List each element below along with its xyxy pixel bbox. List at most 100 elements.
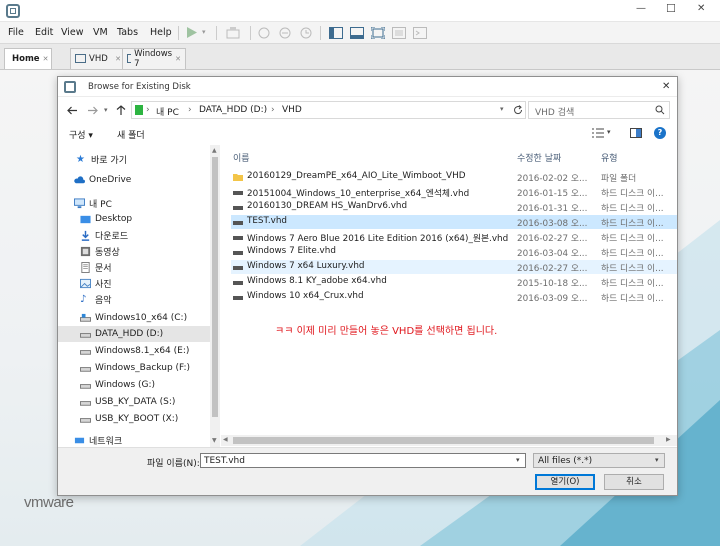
close-tab-icon[interactable]: ✕: [175, 55, 181, 63]
file-row[interactable]: Windows 10 x64_Crux.vhd 2016-03-09 오... …: [231, 290, 677, 304]
view-options-icon[interactable]: [592, 128, 604, 138]
up-arrow-icon[interactable]: [116, 105, 126, 116]
nav-drive-f[interactable]: Windows_Backup (F:): [58, 360, 210, 376]
full-screen-icon[interactable]: [371, 27, 385, 39]
scroll-down-icon[interactable]: ▼: [212, 437, 217, 444]
organize-button[interactable]: 구성 ▾: [69, 128, 93, 141]
address-dropdown-icon[interactable]: ▾: [500, 105, 504, 113]
snapshot-icon[interactable]: [258, 27, 270, 39]
unity-icon[interactable]: [392, 27, 406, 39]
horizontal-scrollbar[interactable]: ◀ ▶: [221, 435, 677, 446]
revert-snapshot-icon[interactable]: [279, 27, 291, 39]
menu-help[interactable]: Help: [150, 27, 172, 38]
close-tab-icon[interactable]: ✕: [43, 55, 49, 63]
tab-home[interactable]: Home ✕: [4, 48, 52, 69]
vhd-file-icon: [233, 236, 243, 240]
menu-tabs[interactable]: Tabs: [117, 27, 138, 38]
refresh-icon[interactable]: [513, 105, 523, 115]
close-tab-icon[interactable]: ✕: [115, 55, 121, 63]
file-row[interactable]: 20160130_DREAM HS_WanDrv6.vhd 2016-01-31…: [231, 200, 677, 214]
file-row-selected[interactable]: TEST.vhd 2016-03-08 오... 하드 디스크 이...: [231, 215, 677, 229]
filename-label: 파일 이름(N):: [147, 459, 200, 469]
breadcrumb[interactable]: › 내 PC › DATA_HDD (D:) › VHD ▾: [131, 101, 526, 119]
nav-drive-g[interactable]: Windows (G:): [58, 377, 210, 393]
pc-location-icon: [135, 105, 143, 115]
column-header-date[interactable]: 수정한 날짜: [517, 151, 561, 164]
preview-pane-icon[interactable]: [630, 128, 642, 138]
nav-desktop[interactable]: Desktop: [58, 211, 210, 227]
nav-drive-e[interactable]: Windows8.1_x64 (E:): [58, 343, 210, 359]
thumbnail-bar-icon[interactable]: [350, 27, 364, 39]
tab-vhd[interactable]: VHD ✕: [70, 48, 126, 69]
computer-icon: [74, 197, 85, 208]
nav-downloads[interactable]: 다운로드: [58, 227, 210, 243]
scrollbar-thumb[interactable]: [212, 157, 218, 417]
tab-windows-7[interactable]: Windows 7 ✕: [122, 48, 186, 69]
send-keys-icon[interactable]: [226, 27, 240, 39]
search-box[interactable]: VHD 검색: [528, 101, 670, 119]
file-row[interactable]: Windows 7 Elite.vhd 2016-03-04 오... 하드 디…: [231, 245, 677, 259]
snapshot-manager-icon[interactable]: [300, 27, 312, 39]
scroll-up-icon[interactable]: ▲: [212, 147, 217, 154]
video-icon: [80, 246, 91, 256]
recent-locations-icon[interactable]: ▾: [104, 106, 108, 114]
file-type-select[interactable]: All files (*.*) ▾: [533, 453, 665, 468]
close-button[interactable]: ✕: [697, 3, 705, 14]
menu-separator: [320, 26, 321, 40]
dialog-close-button[interactable]: ✕: [662, 81, 670, 92]
menu-file[interactable]: File: [8, 27, 24, 38]
filename-input[interactable]: TEST.vhd ▾: [200, 453, 526, 468]
nav-pictures[interactable]: 사진: [58, 275, 210, 291]
navigation-scrollbar[interactable]: ▲ ▼: [210, 145, 220, 447]
search-icon[interactable]: [655, 105, 665, 115]
menu-view[interactable]: View: [61, 27, 84, 38]
view-dropdown-icon[interactable]: ▾: [607, 128, 611, 136]
file-row[interactable]: Windows 7 Aero Blue 2016 Lite Edition 20…: [231, 230, 677, 244]
maximize-button[interactable]: ☐: [666, 2, 676, 15]
power-dropdown-icon[interactable]: ▾: [202, 28, 206, 36]
breadcrumb-pc[interactable]: 내 PC: [156, 105, 179, 118]
console-view-icon[interactable]: [413, 27, 427, 39]
nav-drive-c[interactable]: Windows10_x64 (C:): [58, 310, 210, 326]
breadcrumb-folder[interactable]: VHD: [282, 105, 302, 115]
file-row[interactable]: 20151004_Windows_10_enterprise_x64_엔석체.v…: [231, 185, 677, 199]
nav-music[interactable]: ♪ 음악: [58, 291, 210, 307]
nav-this-pc[interactable]: 내 PC: [58, 195, 210, 211]
column-header-type[interactable]: 유형: [601, 151, 618, 164]
file-row-hovered[interactable]: Windows 7 x64 Luxury.vhd 2016-02-27 오...…: [231, 260, 677, 274]
scrollbar-thumb[interactable]: [233, 437, 654, 444]
nav-videos[interactable]: 동영상: [58, 243, 210, 259]
scroll-left-icon[interactable]: ◀: [223, 436, 228, 443]
menu-separator: [250, 26, 251, 40]
file-date: 2016-01-15 오...: [517, 189, 588, 199]
nav-onedrive[interactable]: OneDrive: [58, 172, 210, 188]
file-type-dropdown-icon[interactable]: ▾: [655, 456, 659, 464]
nav-drive-d[interactable]: DATA_HDD (D:): [58, 326, 210, 342]
forward-arrow-icon[interactable]: [87, 106, 98, 115]
search-input[interactable]: VHD 검색: [535, 105, 574, 118]
minimize-button[interactable]: —: [636, 3, 646, 14]
filename-dropdown-icon[interactable]: ▾: [516, 456, 520, 464]
nav-quick-access[interactable]: ★ 바로 가기: [58, 151, 210, 167]
column-header-name[interactable]: 이름: [233, 151, 250, 164]
window-titlebar: — ☐ ✕: [0, 0, 720, 22]
nav-network[interactable]: 네트워크: [58, 432, 210, 447]
cancel-button[interactable]: 취소: [604, 474, 664, 490]
help-icon[interactable]: ?: [654, 127, 666, 139]
menu-edit[interactable]: Edit: [35, 27, 53, 38]
back-arrow-icon[interactable]: [67, 106, 78, 115]
power-on-icon[interactable]: [187, 27, 197, 38]
new-folder-button[interactable]: 새 폴더: [117, 128, 145, 141]
breadcrumb-drive[interactable]: DATA_HDD (D:): [199, 105, 267, 115]
file-row-folder[interactable]: 20160129_DreamPE_x64_AIO_Lite_Wimboot_VH…: [231, 170, 677, 184]
dialog-footer: 파일 이름(N): TEST.vhd ▾ All files (*.*) ▾ 열…: [58, 447, 677, 495]
nav-drive-x[interactable]: USB_KY_BOOT (X:): [58, 411, 210, 427]
show-library-icon[interactable]: [329, 27, 343, 39]
open-button[interactable]: 열기(O): [535, 474, 595, 490]
nav-drive-s[interactable]: USB_KY_DATA (S:): [58, 394, 210, 410]
file-row[interactable]: Windows 8.1 KY_adobe x64.vhd 2015-10-18 …: [231, 275, 677, 289]
scroll-right-icon[interactable]: ▶: [666, 436, 671, 443]
nav-label: Windows (G:): [95, 380, 156, 390]
nav-documents[interactable]: 문서: [58, 259, 210, 275]
menu-vm[interactable]: VM: [93, 27, 108, 38]
